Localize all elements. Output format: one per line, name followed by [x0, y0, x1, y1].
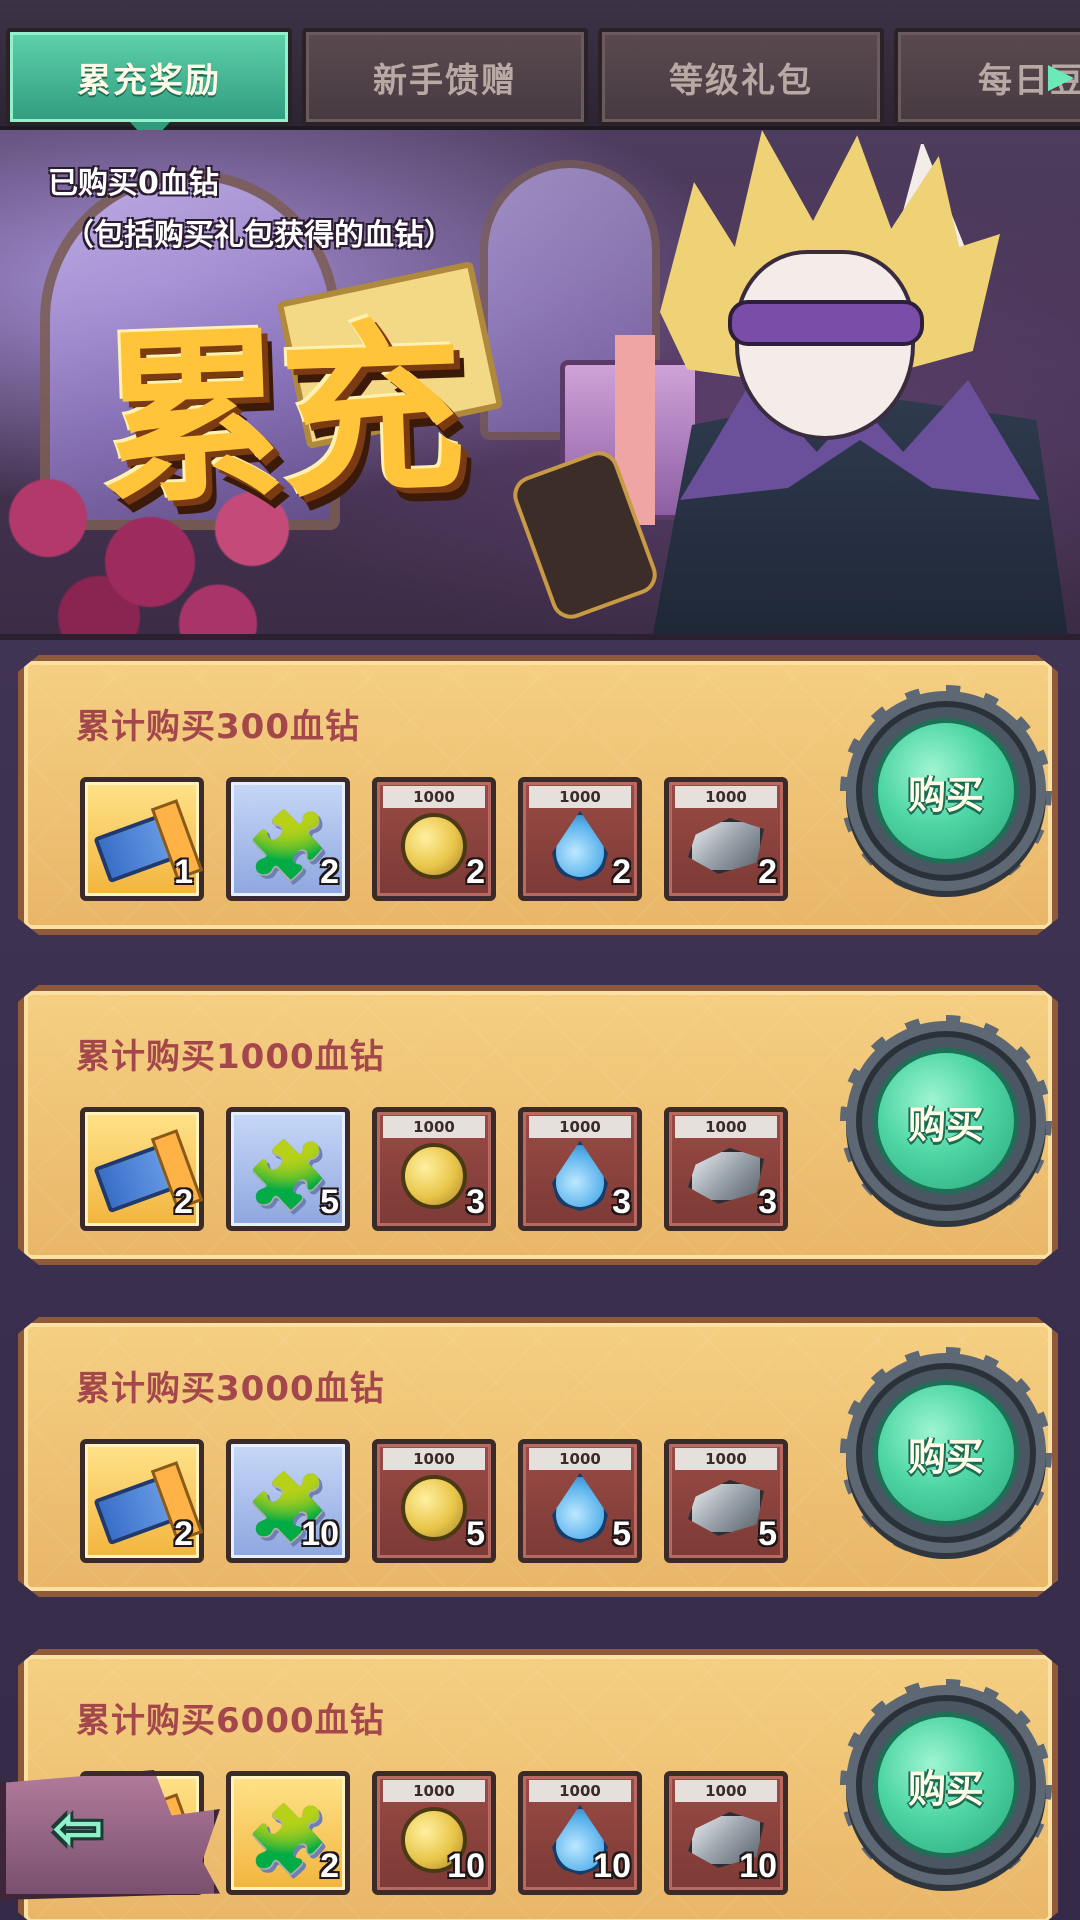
item-quantity: 5	[320, 1183, 339, 1221]
ore-icon	[688, 1479, 764, 1536]
reward-item-slot[interactable]: 1000 3	[372, 1107, 496, 1231]
recharge-reward-screen: 累充奖励 新手馈赠 等级礼包 每日豆 ▶ 累充 已购买0血钻 （包括购买礼包获得…	[0, 0, 1080, 1920]
puzzle-icon: 🧩	[246, 806, 330, 884]
item-amount-cap: 1000	[529, 1780, 631, 1802]
item-amount-cap: 1000	[675, 786, 777, 808]
character-mask	[728, 300, 924, 346]
item-quantity: 3	[758, 1183, 777, 1221]
item-quantity: 5	[758, 1515, 777, 1553]
back-arrow-icon[interactable]: ⇦	[28, 1791, 128, 1864]
reward-tier-row: 累计购买3000血钻 2 🧩 10 1000 5 1000 5 1000 5 购买	[18, 1317, 1058, 1597]
item-quantity: 3	[612, 1183, 631, 1221]
banner-title: 累充	[96, 298, 463, 530]
reward-item-slot[interactable]: 1000 5	[664, 1439, 788, 1563]
item-amount-cap: 1000	[529, 1448, 631, 1470]
reward-tier-title: 累计购买1000血钻	[76, 1037, 385, 1077]
item-quantity: 10	[301, 1515, 339, 1553]
purchase-note-text: （包括购买礼包获得的血钻）	[64, 218, 454, 253]
puzzle-icon: 🧩	[246, 1800, 330, 1878]
tab-cumulative-recharge[interactable]: 累充奖励	[6, 28, 292, 126]
reward-tier-title: 累计购买6000血钻	[76, 1701, 385, 1741]
item-quantity: 2	[174, 1515, 193, 1553]
purchase-info: 已购买0血钻 （包括购买礼包获得的血钻）	[48, 158, 454, 262]
ore-icon	[688, 1147, 764, 1204]
buy-button-label[interactable]: 购买	[873, 1380, 1019, 1526]
item-quantity: 2	[174, 1183, 193, 1221]
coin-icon	[401, 1474, 467, 1541]
item-amount-cap: 1000	[529, 1116, 631, 1138]
reward-item-slot[interactable]: 1000 2	[372, 777, 496, 901]
coin-icon	[401, 812, 467, 879]
character-portrait	[507, 130, 1080, 634]
character-glove	[507, 445, 663, 625]
tab-bar: 累充奖励 新手馈赠 等级礼包 每日豆 ▶	[0, 0, 1080, 144]
item-quantity: 2	[612, 853, 631, 891]
item-amount-cap: 1000	[529, 786, 631, 808]
item-quantity: 2	[320, 853, 339, 891]
reward-item-slot[interactable]: 1000 2	[664, 777, 788, 901]
water-drop-icon	[552, 1472, 608, 1543]
item-amount-cap: 1000	[675, 1448, 777, 1470]
reward-item-slot[interactable]: 🧩 10	[226, 1439, 350, 1563]
reward-item-slot[interactable]: 1000 3	[518, 1107, 642, 1231]
buy-button[interactable]: 购买	[840, 1679, 1052, 1891]
item-quantity: 3	[466, 1183, 485, 1221]
reward-item-slot[interactable]: 2	[80, 1107, 204, 1231]
reward-item-slot[interactable]: 🧩 2	[226, 777, 350, 901]
reward-item-slot[interactable]: 1000 5	[518, 1439, 642, 1563]
reward-item-slot[interactable]: 1000 10	[518, 1771, 642, 1895]
reward-list[interactable]: 累计购买300血钻 1 🧩 2 1000 2 1000 2 1000 2 购买 累计购买1000血钻 2…	[0, 645, 1080, 1920]
purchased-amount-text: 已购买0血钻	[48, 166, 219, 201]
coin-icon	[401, 1142, 467, 1209]
reward-item-slot[interactable]: 1000 3	[664, 1107, 788, 1231]
item-quantity: 1	[174, 853, 193, 891]
reward-tier-row: 累计购买1000血钻 2 🧩 5 1000 3 1000 3 1000 3 购买	[18, 985, 1058, 1265]
reward-item-slot[interactable]: 2	[80, 1439, 204, 1563]
buy-button[interactable]: 购买	[840, 685, 1052, 897]
water-drop-icon	[552, 1140, 608, 1211]
buy-button[interactable]: 购买	[840, 1347, 1052, 1559]
item-amount-cap: 1000	[383, 786, 485, 808]
reward-tier-title: 累计购买3000血钻	[76, 1369, 385, 1409]
buy-button-label[interactable]: 购买	[873, 1048, 1019, 1194]
item-quantity: 10	[593, 1847, 631, 1885]
tab-level-pack[interactable]: 等级礼包	[598, 28, 884, 126]
item-amount-cap: 1000	[675, 1780, 777, 1802]
reward-item-slot[interactable]: 1000 5	[372, 1439, 496, 1563]
item-amount-cap: 1000	[383, 1780, 485, 1802]
reward-tier-row: 累计购买300血钻 1 🧩 2 1000 2 1000 2 1000 2 购买	[18, 655, 1058, 935]
buy-button-label[interactable]: 购买	[873, 1712, 1019, 1858]
item-quantity: 10	[739, 1847, 777, 1885]
water-drop-icon	[552, 810, 608, 881]
item-quantity: 2	[466, 853, 485, 891]
reward-item-slot[interactable]: 1000 2	[518, 777, 642, 901]
reward-item-slot[interactable]: 🧩 5	[226, 1107, 350, 1231]
reward-tier-title: 累计购买300血钻	[76, 707, 360, 747]
ore-icon	[688, 817, 764, 874]
recharge-banner: 累充 已购买0血钻 （包括购买礼包获得的血钻）	[0, 130, 1080, 640]
tab-newbie-gift[interactable]: 新手馈赠	[302, 28, 588, 126]
item-quantity: 2	[758, 853, 777, 891]
item-quantity: 5	[466, 1515, 485, 1553]
item-quantity: 2	[320, 1847, 339, 1885]
reward-item-slot[interactable]: 1000 10	[664, 1771, 788, 1895]
item-quantity: 5	[612, 1515, 631, 1553]
item-amount-cap: 1000	[383, 1116, 485, 1138]
play-right-icon[interactable]: ▶	[1048, 56, 1074, 96]
reward-item-slot[interactable]: 🧩 2	[226, 1771, 350, 1895]
buy-button-label[interactable]: 购买	[873, 718, 1019, 864]
reward-item-slot[interactable]: 1000 10	[372, 1771, 496, 1895]
puzzle-icon: 🧩	[246, 1136, 330, 1214]
buy-button[interactable]: 购买	[840, 1015, 1052, 1227]
item-amount-cap: 1000	[675, 1116, 777, 1138]
item-amount-cap: 1000	[383, 1448, 485, 1470]
reward-item-slot[interactable]: 1	[80, 777, 204, 901]
item-quantity: 10	[447, 1847, 485, 1885]
